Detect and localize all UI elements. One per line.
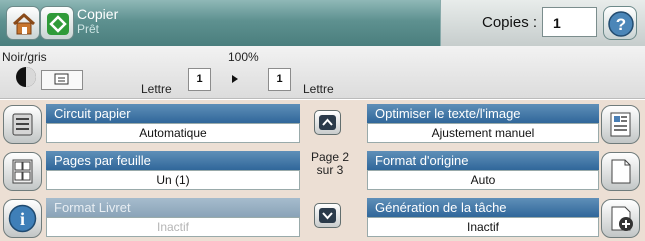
scroll-down-button[interactable] bbox=[314, 203, 341, 228]
help-button[interactable]: ? bbox=[603, 6, 637, 40]
option-format-livret[interactable]: Format Livret Inactif i bbox=[0, 195, 300, 241]
copies-label: Copies : bbox=[482, 14, 538, 31]
source-count: 1 bbox=[188, 68, 211, 91]
job-build-icon bbox=[601, 199, 640, 238]
option-format-origine[interactable]: Format d'origine Auto bbox=[367, 148, 643, 194]
color-mode-label: Noir/gris bbox=[2, 50, 47, 64]
dest-count: 1 bbox=[268, 68, 291, 91]
option-value: Automatique bbox=[46, 123, 300, 143]
chevron-up-icon bbox=[319, 115, 336, 130]
status-text: Prêt bbox=[77, 22, 100, 36]
option-optimiser-texte-image[interactable]: Optimiser le texte/l'image Ajustement ma… bbox=[367, 101, 643, 147]
option-label: Format d'origine bbox=[367, 151, 599, 170]
page-indicator-line2: sur 3 bbox=[316, 163, 344, 177]
option-value: Inactif bbox=[46, 217, 300, 237]
chevron-down-icon bbox=[319, 208, 336, 223]
home-icon bbox=[12, 13, 36, 35]
source-paper-label: Lettre bbox=[141, 82, 172, 96]
info-icon[interactable]: i bbox=[3, 199, 42, 238]
option-label: Optimiser le texte/l'image bbox=[367, 104, 599, 123]
option-label: Pages par feuille bbox=[46, 151, 300, 170]
option-pages-par-feuille[interactable]: Pages par feuille Un (1) bbox=[0, 148, 300, 194]
help-icon: ? bbox=[608, 11, 634, 37]
start-copy-button[interactable] bbox=[40, 6, 74, 40]
option-label: Circuit papier bbox=[46, 104, 300, 123]
scroll-up-button[interactable] bbox=[314, 110, 341, 135]
original-size-icon bbox=[601, 152, 640, 191]
zoom-label: 100% bbox=[228, 50, 259, 64]
optimize-icon bbox=[601, 105, 640, 144]
arrow-right-icon bbox=[232, 75, 238, 83]
paper-path-icon bbox=[3, 105, 42, 144]
dest-paper-label: Lettre bbox=[303, 82, 334, 96]
contrast-icon bbox=[16, 67, 36, 87]
copies-input[interactable]: 1 bbox=[542, 7, 597, 37]
page-title: Copier bbox=[77, 6, 119, 22]
option-label: Format Livret bbox=[46, 198, 300, 217]
option-value: Auto bbox=[367, 170, 599, 190]
home-button[interactable] bbox=[6, 6, 40, 40]
option-value: Ajustement manuel bbox=[367, 123, 599, 143]
option-value: Un (1) bbox=[46, 170, 300, 190]
document-icon bbox=[54, 73, 69, 85]
svg-text:i: i bbox=[20, 209, 25, 229]
svg-text:?: ? bbox=[616, 15, 626, 34]
original-preview[interactable] bbox=[41, 70, 83, 90]
start-icon bbox=[47, 13, 69, 35]
option-generation-tache[interactable]: Génération de la tâche Inactif bbox=[367, 195, 643, 241]
option-value: Inactif bbox=[367, 217, 599, 237]
page-indicator: Page 2 sur 3 bbox=[300, 151, 360, 177]
option-circuit-papier[interactable]: Circuit papier Automatique bbox=[0, 101, 300, 147]
pages-per-sheet-icon bbox=[3, 152, 42, 191]
option-label: Génération de la tâche bbox=[367, 198, 599, 217]
